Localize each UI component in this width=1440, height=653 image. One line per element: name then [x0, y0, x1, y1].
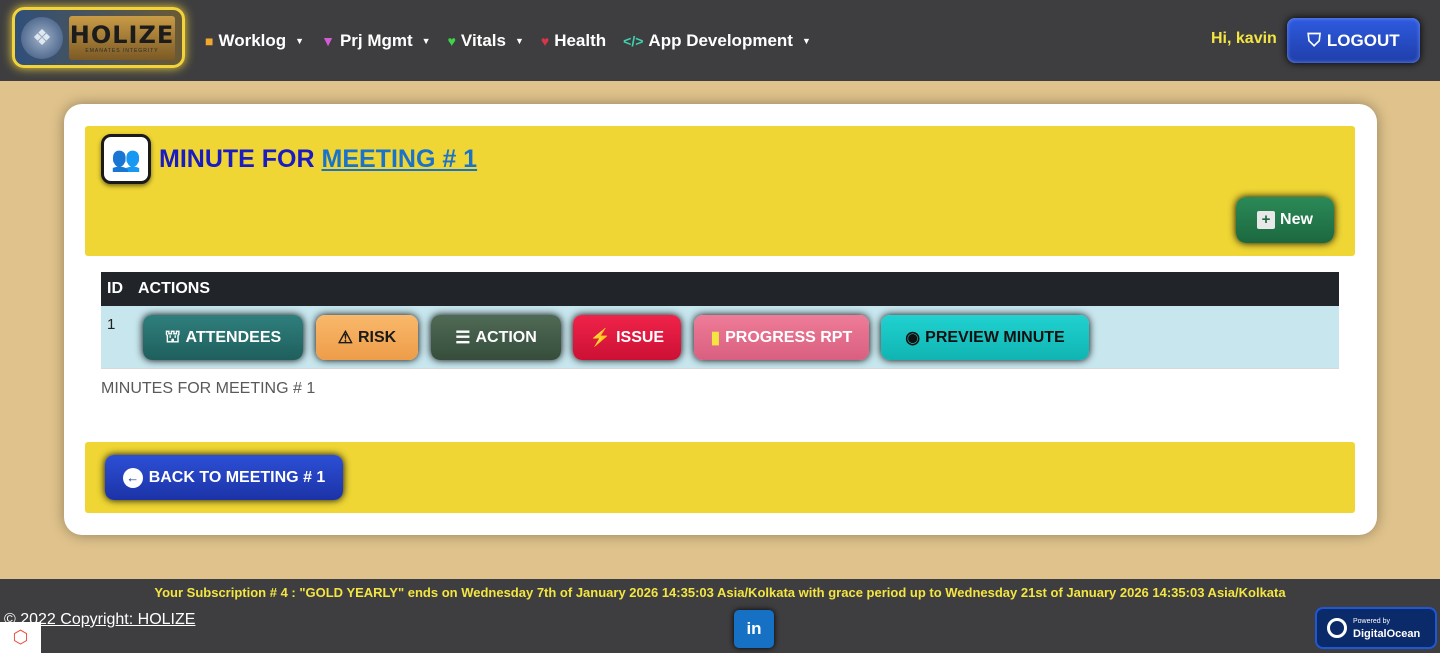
- eagle-emblem-icon: ❖: [21, 16, 63, 59]
- logo-tagline: EMANATES INTEGRITY: [85, 47, 159, 54]
- digitalocean-icon: [1327, 618, 1347, 638]
- plus-square-icon: +: [1257, 211, 1276, 229]
- caret-down-icon: ▼: [801, 36, 811, 46]
- caret-down-icon: ▼: [421, 36, 431, 46]
- menu-prj-mgmt[interactable]: ▼ Prj Mgmt ▼: [321, 31, 431, 51]
- meeting-link[interactable]: MEETING # 1: [322, 145, 478, 173]
- back-to-meeting-button[interactable]: ← BACK TO MEETING # 1: [105, 455, 343, 500]
- heart-icon: ♥: [540, 33, 550, 49]
- table-header: ID ACTIONS: [101, 272, 1339, 306]
- top-navbar: ❖ HOLIZE EMANATES INTEGRITY ■ Worklog ▼ …: [0, 0, 1440, 81]
- issue-button[interactable]: ⚡ ISSUE: [573, 315, 681, 360]
- minutes-table: ID ACTIONS 1 ⛫ ATTENDEES ⚠ RISK ☰ ACTION…: [101, 272, 1339, 369]
- progress-rpt-button[interactable]: ▮ PROGRESS RPT: [694, 315, 869, 360]
- digitalocean-badge[interactable]: Powered by DigitalOcean: [1315, 607, 1437, 649]
- menu-worklog[interactable]: ■ Worklog ▼: [205, 31, 304, 51]
- page-footer: Your Subscription # 4 : "GOLD YEARLY" en…: [0, 579, 1440, 653]
- heart-pulse-icon: ♥: [447, 33, 456, 49]
- code-icon: </>: [623, 33, 644, 49]
- users-icon: ⛫: [164, 326, 181, 346]
- card-header: 👥 MINUTE FOR MEETING # 1 + New: [85, 126, 1355, 256]
- table-row: 1 ⛫ ATTENDEES ⚠ RISK ☰ ACTION ⚡ ISSUE ▮ …: [101, 306, 1339, 369]
- lightning-icon: ⚡: [589, 327, 612, 347]
- minutes-caption: MINUTES FOR MEETING # 1: [101, 380, 316, 397]
- card-footer: ← BACK TO MEETING # 1: [85, 442, 1355, 513]
- thermometer-icon: ▮: [710, 327, 721, 347]
- logo-text: HOLIZE: [69, 20, 175, 49]
- preview-minute-button[interactable]: ◉ PREVIEW MINUTE: [881, 315, 1089, 360]
- brand-logo[interactable]: ❖ HOLIZE EMANATES INTEGRITY: [12, 7, 185, 68]
- main-menu: ■ Worklog ▼ ▼ Prj Mgmt ▼ ♥ Vitals ▼ ♥ He…: [205, 28, 828, 54]
- header-id: ID: [107, 280, 123, 297]
- risk-button[interactable]: ⚠ RISK: [316, 315, 418, 360]
- list-icon: ☰: [455, 327, 471, 347]
- logout-button[interactable]: ⛉ LOGOUT: [1287, 18, 1420, 63]
- menu-health[interactable]: ♥ Health: [541, 31, 606, 51]
- minute-card: 👥 MINUTE FOR MEETING # 1 + New ID ACTION…: [64, 104, 1377, 535]
- new-button[interactable]: + New: [1236, 197, 1334, 243]
- subscription-notice: Your Subscription # 4 : "GOLD YEARLY" en…: [154, 585, 1286, 600]
- shield-icon: ⛉: [1307, 30, 1321, 50]
- arrow-left-circle-icon: ←: [122, 467, 143, 488]
- briefcase-icon: ■: [205, 33, 214, 49]
- header-actions: ACTIONS: [138, 280, 210, 297]
- page-title: MINUTE FOR MEETING # 1: [159, 145, 478, 173]
- row-id: 1: [107, 316, 116, 333]
- meeting-people-icon: 👥: [101, 134, 151, 184]
- caret-down-icon: ▼: [514, 36, 524, 46]
- user-greeting: Hi, kavin: [1211, 30, 1277, 47]
- menu-app-development[interactable]: </> App Development ▼: [623, 31, 811, 51]
- hierarchy-icon: ▼: [321, 33, 335, 49]
- eye-icon: ◉: [905, 327, 921, 347]
- caret-down-icon: ▼: [295, 36, 305, 46]
- action-button[interactable]: ☰ ACTION: [431, 315, 561, 360]
- attendees-button[interactable]: ⛫ ATTENDEES: [143, 315, 303, 360]
- warning-icon: ⚠: [337, 327, 353, 347]
- menu-vitals[interactable]: ♥ Vitals ▼: [448, 31, 524, 51]
- linkedin-button[interactable]: in: [734, 610, 774, 648]
- laravel-icon: ⬡: [0, 622, 41, 653]
